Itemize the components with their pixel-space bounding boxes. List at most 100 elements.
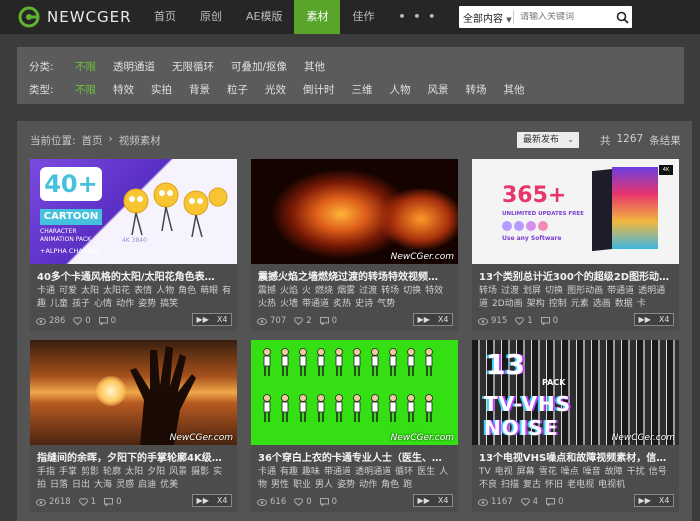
tag[interactable]: 火 bbox=[302, 286, 311, 296]
thumbnail[interactable]: NewCGer.com bbox=[251, 340, 458, 445]
tag[interactable]: 太阳 bbox=[81, 286, 99, 296]
tag[interactable]: 透明通道 bbox=[355, 467, 391, 477]
tag[interactable]: 姿势 bbox=[138, 299, 156, 309]
result-card[interactable]: NewCGer.com 指缝间的余晖，夕阳下的手掌轮廓4K级… 手指 手掌 剪影 轮廓… bbox=[30, 340, 237, 512]
tag[interactable]: 灵感 bbox=[116, 480, 134, 490]
type-option[interactable]: 其他 bbox=[504, 82, 525, 97]
tag[interactable]: 日落 bbox=[50, 480, 68, 490]
sort-select[interactable]: 最新发布 ⌄ bbox=[517, 132, 579, 148]
tag[interactable]: 循环 bbox=[395, 467, 413, 477]
tag[interactable]: 2D动画 bbox=[492, 299, 523, 309]
tag[interactable]: 人物 bbox=[156, 286, 174, 296]
tag[interactable]: 孩子 bbox=[72, 299, 90, 309]
tag[interactable]: 医生 bbox=[417, 467, 435, 477]
thumbnail[interactable]: NewCGer.com bbox=[251, 159, 458, 264]
tag[interactable]: 动作 bbox=[116, 299, 134, 309]
type-option[interactable]: 背景 bbox=[189, 82, 210, 97]
tag[interactable]: 元素 bbox=[571, 299, 589, 309]
tag[interactable]: 转场 bbox=[381, 286, 399, 296]
tag[interactable]: 男人 bbox=[315, 480, 333, 490]
tag[interactable]: 史诗 bbox=[355, 299, 373, 309]
tag[interactable]: 太阳 bbox=[125, 467, 143, 477]
tag[interactable]: 数据 bbox=[615, 299, 633, 309]
tag[interactable]: 卡 bbox=[637, 299, 646, 309]
logo[interactable]: NEWCGER bbox=[18, 6, 132, 28]
thumbnail[interactable]: 13 PACK TV-VHS NOISE NewCGer.com bbox=[472, 340, 679, 445]
preview-button[interactable]: ▶▶ X4 bbox=[634, 313, 674, 326]
tag[interactable]: 跑 bbox=[403, 480, 412, 490]
result-card[interactable]: NewCGer.com 震撼火焰之墙燃烧过渡的转场特效视频… 震撼 火焰火燃烧 烟雾… bbox=[251, 159, 458, 331]
tag[interactable]: 屏幕 bbox=[517, 467, 535, 477]
tag[interactable]: 划屏 bbox=[523, 286, 541, 296]
tag[interactable]: 剪影 bbox=[81, 467, 99, 477]
tag[interactable]: 转场 bbox=[479, 286, 497, 296]
card-title[interactable]: 震撼火焰之墙燃烧过渡的转场特效视频… bbox=[258, 268, 452, 283]
tag[interactable]: 动作 bbox=[359, 480, 377, 490]
tag[interactable]: 手掌 bbox=[59, 467, 77, 477]
tag[interactable]: 夕阳 bbox=[147, 467, 165, 477]
tag[interactable]: 选画 bbox=[593, 299, 611, 309]
tag[interactable]: 角色 bbox=[381, 480, 399, 490]
preview-button[interactable]: ▶▶ X4 bbox=[634, 494, 674, 507]
tag[interactable]: 轮廓 bbox=[103, 467, 121, 477]
card-title[interactable]: 13个电视VHS噪点和故障视频素材，信… bbox=[479, 449, 673, 464]
result-card[interactable]: 365+ UNLIMITED UPDATES FREE Use any Soft… bbox=[472, 159, 679, 331]
category-option[interactable]: 可叠加/抠像 bbox=[231, 59, 287, 74]
tag[interactable]: 太阳花 bbox=[103, 286, 130, 296]
tag[interactable]: 摄影 bbox=[191, 467, 209, 477]
tag[interactable]: TV bbox=[479, 467, 491, 477]
type-option[interactable]: 光效 bbox=[265, 82, 286, 97]
breadcrumb-current[interactable]: 视频素材 bbox=[119, 133, 161, 148]
tag[interactable]: 干扰 bbox=[627, 467, 645, 477]
category-option[interactable]: 其他 bbox=[304, 59, 325, 74]
tag[interactable]: 火焰 bbox=[280, 286, 298, 296]
tag[interactable]: 启迪 bbox=[138, 480, 156, 490]
type-option[interactable]: 粒子 bbox=[227, 82, 248, 97]
preview-button[interactable]: ▶▶ X4 bbox=[192, 494, 232, 507]
thumbnail[interactable]: 40+ CARTOON CHARACTER ANIMATION PACK +AL… bbox=[30, 159, 237, 264]
tag[interactable]: 卡通 bbox=[258, 467, 276, 477]
nav-showcase[interactable]: 佳作 bbox=[340, 0, 386, 34]
tag[interactable]: 震撼 bbox=[258, 286, 276, 296]
result-card[interactable]: 40+ CARTOON CHARACTER ANIMATION PACK +AL… bbox=[30, 159, 237, 331]
category-option[interactable]: 无限循环 bbox=[172, 59, 214, 74]
tag[interactable]: 表情 bbox=[134, 286, 152, 296]
thumbnail[interactable]: NewCGer.com bbox=[30, 340, 237, 445]
tag[interactable]: 过渡 bbox=[501, 286, 519, 296]
type-option[interactable]: 倒计时 bbox=[303, 82, 335, 97]
card-title[interactable]: 36个穿白上衣的卡通专业人士（医生、… bbox=[258, 449, 452, 464]
thumbnail[interactable]: 365+ UNLIMITED UPDATES FREE Use any Soft… bbox=[472, 159, 679, 264]
tag[interactable]: 优美 bbox=[160, 480, 178, 490]
tag[interactable]: 趣味 bbox=[302, 467, 320, 477]
type-option[interactable]: 人物 bbox=[390, 82, 411, 97]
search-scope-select[interactable]: 全部内容 ▼ bbox=[459, 10, 513, 25]
tag[interactable]: 噪音 bbox=[583, 467, 601, 477]
preview-button[interactable]: ▶▶ X4 bbox=[413, 313, 453, 326]
tag[interactable]: 姿势 bbox=[337, 480, 355, 490]
tag[interactable]: 带通道 bbox=[302, 299, 329, 309]
search-icon[interactable] bbox=[612, 7, 632, 27]
nav-more[interactable]: • • • bbox=[386, 0, 449, 34]
tag[interactable]: 心情 bbox=[94, 299, 112, 309]
type-option[interactable]: 实拍 bbox=[151, 82, 172, 97]
tag[interactable]: 切换 bbox=[403, 286, 421, 296]
category-option[interactable]: 不限 bbox=[75, 59, 96, 74]
tag[interactable]: 手指 bbox=[37, 467, 55, 477]
tag[interactable]: 职业 bbox=[293, 480, 311, 490]
nav-home[interactable]: 首页 bbox=[142, 0, 188, 34]
tag[interactable]: 噪点 bbox=[561, 467, 579, 477]
nav-original[interactable]: 原创 bbox=[188, 0, 234, 34]
tag[interactable]: 大海 bbox=[94, 480, 112, 490]
tag[interactable]: 风景 bbox=[169, 467, 187, 477]
search-input[interactable] bbox=[514, 12, 612, 22]
tag[interactable]: 雪花 bbox=[539, 467, 557, 477]
tag[interactable]: 日出 bbox=[72, 480, 90, 490]
tag[interactable]: 过渡 bbox=[359, 286, 377, 296]
tag[interactable]: 儿童 bbox=[50, 299, 68, 309]
tag[interactable]: 切换 bbox=[545, 286, 563, 296]
tag[interactable]: 复古 bbox=[523, 480, 541, 490]
nav-footage[interactable]: 素材 bbox=[294, 0, 341, 34]
tag[interactable]: 控制 bbox=[549, 299, 567, 309]
tag[interactable]: 电视机 bbox=[598, 480, 625, 490]
preview-button[interactable]: ▶▶ X4 bbox=[413, 494, 453, 507]
